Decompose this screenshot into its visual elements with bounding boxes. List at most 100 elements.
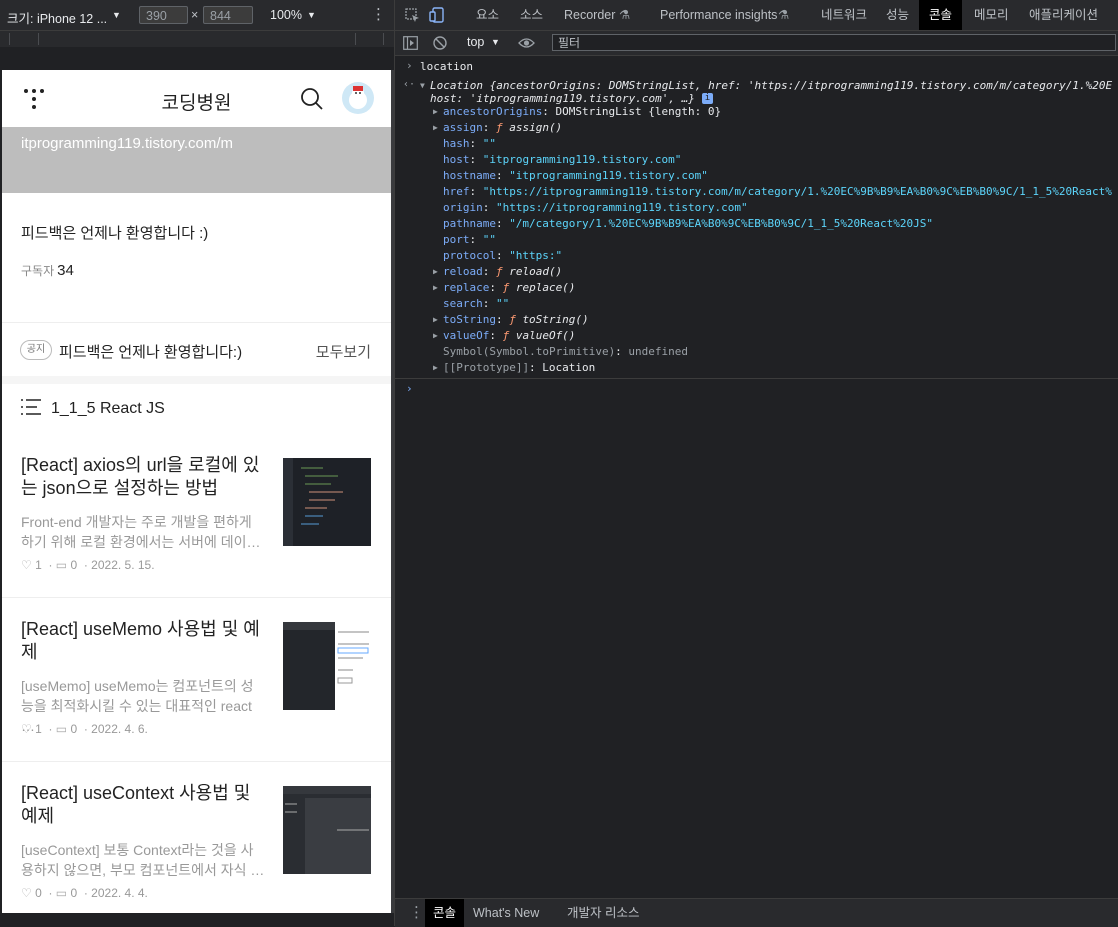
property-colon: : xyxy=(489,281,496,294)
comment-icon[interactable]: ▭ xyxy=(56,886,67,900)
drawer-menu-icon[interactable]: ⋮ xyxy=(409,899,424,927)
property-value: "https://itprogramming119.tistory.com" xyxy=(495,201,748,214)
tab-memory[interactable]: 메모리 xyxy=(974,0,1009,30)
property-value: "" xyxy=(482,137,496,150)
zoom-dropdown-icon[interactable]: ▼ xyxy=(307,10,316,20)
info-icon[interactable]: i xyxy=(702,93,713,104)
tab-recorder[interactable]: Recorder xyxy=(564,0,615,30)
property-key: assign xyxy=(443,121,483,134)
post-thumbnail[interactable] xyxy=(283,786,371,874)
like-count: 1 xyxy=(35,722,42,736)
expand-triangle-icon[interactable]: ▶ xyxy=(433,315,438,324)
heart-icon[interactable]: ♡ xyxy=(21,886,32,900)
expand-triangle-icon[interactable]: ▶ xyxy=(433,123,438,132)
notice-more-link[interactable]: 모두보기 xyxy=(316,341,371,362)
blog-title[interactable]: 코딩병원 xyxy=(2,88,391,115)
expand-triangle-icon[interactable]: ▶ xyxy=(433,107,438,116)
clear-console-icon[interactable] xyxy=(433,36,447,55)
tab-application[interactable]: 애플리케이션 xyxy=(1029,0,1098,30)
like-count: 1 xyxy=(35,558,42,572)
console-input-echo: location xyxy=(420,60,473,73)
property-colon: : xyxy=(489,329,496,342)
context-dropdown-icon[interactable]: ▼ xyxy=(491,37,500,47)
post-item[interactable]: [React] axios의 url을 로컬에 있는 json으로 설정하는 방… xyxy=(2,454,391,598)
property-value: ƒ reload() xyxy=(495,265,563,278)
height-input[interactable]: 844 xyxy=(203,6,253,24)
property-colon: : xyxy=(482,297,490,310)
post-item[interactable]: [React] useMemo 사용법 및 예제 [useMemo] useMe… xyxy=(2,618,391,762)
avatar[interactable] xyxy=(342,82,374,114)
post-title[interactable]: [React] useContext 사용법 및 예제 xyxy=(21,782,266,828)
device-toggle-icon[interactable] xyxy=(429,7,445,28)
heart-icon[interactable]: ♡ xyxy=(21,722,32,736)
property-key: hostname xyxy=(443,169,496,182)
post-title[interactable]: [React] useMemo 사용법 및 예제 xyxy=(21,618,266,664)
property-key: protocol xyxy=(443,249,496,262)
console-prompt-chevron-icon[interactable]: › xyxy=(406,382,413,395)
flask-icon: ⚗ xyxy=(619,8,631,22)
list-icon xyxy=(20,398,42,421)
post-item[interactable]: [React] useContext 사용법 및 예제 [useContext]… xyxy=(2,782,391,913)
property-colon: : xyxy=(482,265,490,278)
drawer-tab-whats-new[interactable]: What's New xyxy=(473,899,539,927)
property-colon: : xyxy=(469,153,477,166)
live-expression-eye-icon[interactable] xyxy=(518,36,535,55)
property-value: ƒ assign() xyxy=(495,121,563,134)
width-input[interactable]: 390 xyxy=(139,6,188,24)
tab-performance-insights[interactable]: Performance insights xyxy=(660,0,777,30)
device-toolbar: 크기: iPhone 12 ... ▼ 390 × 844 100% ▼ ⋮ xyxy=(0,0,394,31)
blog-header: 코딩병원 xyxy=(2,70,391,128)
post-thumbnail[interactable] xyxy=(283,622,371,710)
property-key: host xyxy=(443,153,470,166)
expand-triangle-icon[interactable]: ▶ xyxy=(433,363,438,372)
property-key: href xyxy=(443,185,470,198)
result-arrow-icon: ‹· xyxy=(403,79,416,90)
subscribers-count: 34 xyxy=(57,262,74,279)
sidebar-toggle-icon[interactable] xyxy=(403,36,418,55)
blog-banner[interactable]: itprogramming119.tistory.com/m xyxy=(2,127,391,193)
notice-link[interactable]: 피드백은 언제나 환영합니다:) xyxy=(59,341,242,362)
tab-network[interactable]: 네트워크 xyxy=(821,0,867,30)
location-summary-line1[interactable]: Location {ancestorOrigins: DOMStringList… xyxy=(430,79,1112,92)
tab-console[interactable]: 콘솔 xyxy=(919,0,963,30)
expand-triangle-icon[interactable]: ▶ xyxy=(433,331,438,340)
comment-icon[interactable]: ▭ xyxy=(56,722,67,736)
device-emulation-pane: 크기: iPhone 12 ... ▼ 390 × 844 100% ▼ ⋮ 코… xyxy=(0,0,394,926)
tab-sources[interactable]: 소스 xyxy=(520,0,543,30)
tab-elements[interactable]: 요소 xyxy=(476,0,499,30)
property-key: origin xyxy=(443,201,483,214)
search-icon[interactable] xyxy=(300,87,324,116)
post-thumbnail[interactable] xyxy=(283,458,371,546)
inspect-element-icon[interactable] xyxy=(405,8,420,28)
property-colon: : xyxy=(469,137,477,150)
expand-triangle-icon[interactable]: ▼ xyxy=(420,81,425,90)
location-summary-line2[interactable]: host: 'itprogramming119.tistory.com', …} xyxy=(430,92,695,105)
property-colon: : xyxy=(495,249,503,262)
expand-triangle-icon[interactable]: ▶ xyxy=(433,283,438,292)
drawer-tab-developer-resources[interactable]: 개발자 리소스 xyxy=(567,899,639,927)
tab-performance[interactable]: 성능 xyxy=(886,0,909,30)
post-title[interactable]: [React] axios의 url을 로컬에 있는 json으로 설정하는 방… xyxy=(21,454,266,500)
post-excerpt: Front-end 개발자는 주로 개발을 편하게 하기 위해 로컬 환경에서는… xyxy=(21,514,261,550)
media-query-ruler[interactable] xyxy=(0,31,394,47)
drawer-tab-console[interactable]: 콘솔 xyxy=(425,899,465,927)
more-options-icon[interactable]: ⋮ xyxy=(371,5,386,23)
post-excerpt: [useContext] 보통 Context라는 것을 사용하지 않으면, 부… xyxy=(21,842,265,878)
category-title: 1_1_5 React JS xyxy=(51,400,165,417)
property-value: ƒ replace() xyxy=(502,281,576,294)
post-date: 2022. 5. 15. xyxy=(91,558,155,572)
property-key: [[Prototype]] xyxy=(443,361,530,374)
expand-triangle-icon[interactable]: ▶ xyxy=(433,267,438,276)
context-selector[interactable]: top xyxy=(467,35,484,49)
heart-icon[interactable]: ♡ xyxy=(21,558,32,572)
filter-input[interactable]: 필터 xyxy=(552,34,1116,51)
property-value: "itprogramming119.tistory.com" xyxy=(509,169,708,182)
console-divider xyxy=(395,378,1118,379)
property-colon: : xyxy=(542,105,549,118)
property-value: DOMStringList {length: 0} xyxy=(555,105,722,118)
comment-icon[interactable]: ▭ xyxy=(56,558,67,572)
zoom-selector[interactable]: 100% xyxy=(270,8,302,22)
post-meta: ♡ 0 · ▭ 0 · 2022. 4. 4. xyxy=(21,886,148,900)
device-selector[interactable]: 크기: iPhone 12 ... xyxy=(7,8,107,27)
device-dropdown-icon[interactable]: ▼ xyxy=(112,10,121,20)
